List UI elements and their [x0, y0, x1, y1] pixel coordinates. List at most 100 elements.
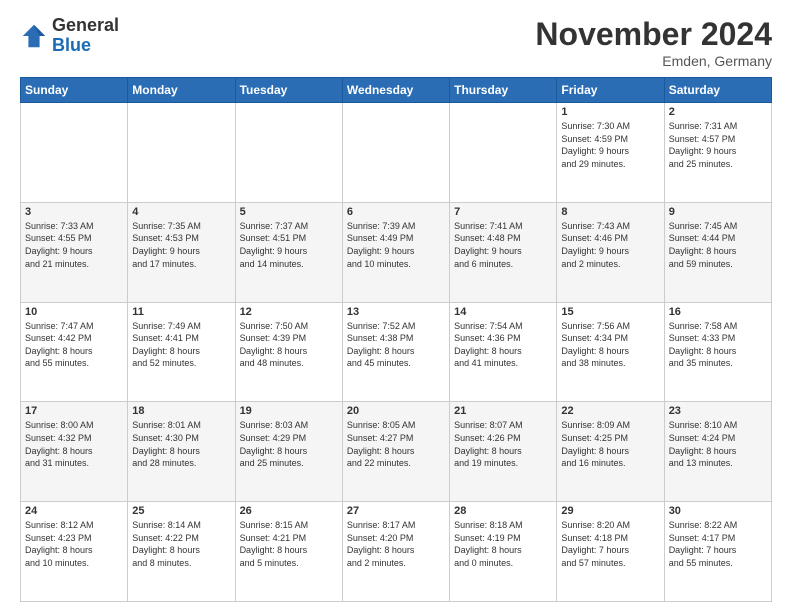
logo: General Blue: [20, 16, 119, 56]
day-info-3: Sunrise: 7:33 AM Sunset: 4:55 PM Dayligh…: [25, 220, 123, 270]
day-number-4: 4: [132, 206, 230, 218]
day-number-24: 24: [25, 505, 123, 517]
day-number-7: 7: [454, 206, 552, 218]
day-cell-3-0: 17 Sunrise: 8:00 AM Sunset: 4:32 PM Dayli…: [21, 402, 128, 502]
day-info-21: Sunrise: 8:07 AM Sunset: 4:26 PM Dayligh…: [454, 419, 552, 469]
day-number-8: 8: [561, 206, 659, 218]
day-number-14: 14: [454, 306, 552, 318]
day-info-5: Sunrise: 7:37 AM Sunset: 4:51 PM Dayligh…: [240, 220, 338, 270]
day-number-3: 3: [25, 206, 123, 218]
day-info-22: Sunrise: 8:09 AM Sunset: 4:25 PM Dayligh…: [561, 419, 659, 469]
day-number-26: 26: [240, 505, 338, 517]
header: General Blue November 2024 Emden, German…: [20, 16, 772, 69]
day-info-20: Sunrise: 8:05 AM Sunset: 4:27 PM Dayligh…: [347, 419, 445, 469]
week-row-4: 17 Sunrise: 8:00 AM Sunset: 4:32 PM Dayli…: [21, 402, 772, 502]
day-cell-4-3: 27 Sunrise: 8:17 AM Sunset: 4:20 PM Dayli…: [342, 502, 449, 602]
day-info-1: Sunrise: 7:30 AM Sunset: 4:59 PM Dayligh…: [561, 120, 659, 170]
day-number-15: 15: [561, 306, 659, 318]
day-cell-1-0: 3 Sunrise: 7:33 AM Sunset: 4:55 PM Daylig…: [21, 202, 128, 302]
day-info-25: Sunrise: 8:14 AM Sunset: 4:22 PM Dayligh…: [132, 519, 230, 569]
day-cell-0-3: [342, 103, 449, 203]
day-info-18: Sunrise: 8:01 AM Sunset: 4:30 PM Dayligh…: [132, 419, 230, 469]
day-info-23: Sunrise: 8:10 AM Sunset: 4:24 PM Dayligh…: [669, 419, 767, 469]
day-number-28: 28: [454, 505, 552, 517]
calendar-body: 1 Sunrise: 7:30 AM Sunset: 4:59 PM Daylig…: [21, 103, 772, 602]
day-number-10: 10: [25, 306, 123, 318]
day-cell-4-1: 25 Sunrise: 8:14 AM Sunset: 4:22 PM Dayli…: [128, 502, 235, 602]
day-info-10: Sunrise: 7:47 AM Sunset: 4:42 PM Dayligh…: [25, 320, 123, 370]
day-cell-1-2: 5 Sunrise: 7:37 AM Sunset: 4:51 PM Daylig…: [235, 202, 342, 302]
week-row-3: 10 Sunrise: 7:47 AM Sunset: 4:42 PM Dayli…: [21, 302, 772, 402]
day-cell-4-2: 26 Sunrise: 8:15 AM Sunset: 4:21 PM Dayli…: [235, 502, 342, 602]
day-number-12: 12: [240, 306, 338, 318]
day-cell-1-3: 6 Sunrise: 7:39 AM Sunset: 4:49 PM Daylig…: [342, 202, 449, 302]
day-cell-2-1: 11Sunrise: 7:49 AM Sunset: 4:41 PM Dayli…: [128, 302, 235, 402]
col-wednesday: Wednesday: [342, 78, 449, 103]
day-info-7: Sunrise: 7:41 AM Sunset: 4:48 PM Dayligh…: [454, 220, 552, 270]
day-info-28: Sunrise: 8:18 AM Sunset: 4:19 PM Dayligh…: [454, 519, 552, 569]
day-number-17: 17: [25, 405, 123, 417]
day-cell-0-1: [128, 103, 235, 203]
logo-blue: Blue: [52, 36, 119, 56]
day-cell-2-2: 12Sunrise: 7:50 AM Sunset: 4:39 PM Dayli…: [235, 302, 342, 402]
day-info-29: Sunrise: 8:20 AM Sunset: 4:18 PM Dayligh…: [561, 519, 659, 569]
col-tuesday: Tuesday: [235, 78, 342, 103]
calendar-table: Sunday Monday Tuesday Wednesday Thursday…: [20, 77, 772, 602]
day-number-19: 19: [240, 405, 338, 417]
title-block: November 2024 Emden, Germany: [535, 16, 772, 69]
day-info-13: Sunrise: 7:52 AM Sunset: 4:38 PM Dayligh…: [347, 320, 445, 370]
day-number-2: 2: [669, 106, 767, 118]
day-number-18: 18: [132, 405, 230, 417]
page: General Blue November 2024 Emden, German…: [0, 0, 792, 612]
day-info-8: Sunrise: 7:43 AM Sunset: 4:46 PM Dayligh…: [561, 220, 659, 270]
day-cell-1-5: 8 Sunrise: 7:43 AM Sunset: 4:46 PM Daylig…: [557, 202, 664, 302]
day-cell-3-1: 18 Sunrise: 8:01 AM Sunset: 4:30 PM Dayli…: [128, 402, 235, 502]
day-info-6: Sunrise: 7:39 AM Sunset: 4:49 PM Dayligh…: [347, 220, 445, 270]
day-info-2: Sunrise: 7:31 AM Sunset: 4:57 PM Dayligh…: [669, 120, 767, 170]
day-number-21: 21: [454, 405, 552, 417]
day-info-24: Sunrise: 8:12 AM Sunset: 4:23 PM Dayligh…: [25, 519, 123, 569]
day-number-16: 16: [669, 306, 767, 318]
day-number-25: 25: [132, 505, 230, 517]
day-number-5: 5: [240, 206, 338, 218]
logo-icon: [20, 22, 48, 50]
day-cell-2-4: 14 Sunrise: 7:54 AM Sunset: 4:36 PM Dayli…: [450, 302, 557, 402]
day-number-23: 23: [669, 405, 767, 417]
day-number-1: 1: [561, 106, 659, 118]
day-cell-4-5: 29 Sunrise: 8:20 AM Sunset: 4:18 PM Dayli…: [557, 502, 664, 602]
day-info-15: Sunrise: 7:56 AM Sunset: 4:34 PM Dayligh…: [561, 320, 659, 370]
day-number-11: 11: [132, 306, 230, 318]
day-info-17: Sunrise: 8:00 AM Sunset: 4:32 PM Dayligh…: [25, 419, 123, 469]
col-saturday: Saturday: [664, 78, 771, 103]
day-number-9: 9: [669, 206, 767, 218]
day-number-6: 6: [347, 206, 445, 218]
day-number-29: 29: [561, 505, 659, 517]
day-info-14: Sunrise: 7:54 AM Sunset: 4:36 PM Dayligh…: [454, 320, 552, 370]
subtitle: Emden, Germany: [535, 53, 772, 69]
day-cell-0-5: 1 Sunrise: 7:30 AM Sunset: 4:59 PM Daylig…: [557, 103, 664, 203]
day-cell-2-3: 13 Sunrise: 7:52 AM Sunset: 4:38 PM Dayli…: [342, 302, 449, 402]
day-cell-4-6: 30Sunrise: 8:22 AM Sunset: 4:17 PM Dayli…: [664, 502, 771, 602]
day-info-16: Sunrise: 7:58 AM Sunset: 4:33 PM Dayligh…: [669, 320, 767, 370]
day-cell-1-4: 7 Sunrise: 7:41 AM Sunset: 4:48 PM Daylig…: [450, 202, 557, 302]
calendar-header: Sunday Monday Tuesday Wednesday Thursday…: [21, 78, 772, 103]
day-cell-2-6: 16 Sunrise: 7:58 AM Sunset: 4:33 PM Dayli…: [664, 302, 771, 402]
day-cell-0-6: 2 Sunrise: 7:31 AM Sunset: 4:57 PM Daylig…: [664, 103, 771, 203]
day-number-13: 13: [347, 306, 445, 318]
day-info-4: Sunrise: 7:35 AM Sunset: 4:53 PM Dayligh…: [132, 220, 230, 270]
col-monday: Monday: [128, 78, 235, 103]
day-info-27: Sunrise: 8:17 AM Sunset: 4:20 PM Dayligh…: [347, 519, 445, 569]
day-number-22: 22: [561, 405, 659, 417]
day-cell-2-0: 10 Sunrise: 7:47 AM Sunset: 4:42 PM Dayli…: [21, 302, 128, 402]
day-number-27: 27: [347, 505, 445, 517]
logo-general: General: [52, 16, 119, 36]
month-title: November 2024: [535, 16, 772, 53]
day-cell-3-4: 21 Sunrise: 8:07 AM Sunset: 4:26 PM Dayli…: [450, 402, 557, 502]
col-thursday: Thursday: [450, 78, 557, 103]
header-row: Sunday Monday Tuesday Wednesday Thursday…: [21, 78, 772, 103]
day-cell-4-4: 28 Sunrise: 8:18 AM Sunset: 4:19 PM Dayli…: [450, 502, 557, 602]
day-info-19: Sunrise: 8:03 AM Sunset: 4:29 PM Dayligh…: [240, 419, 338, 469]
day-info-26: Sunrise: 8:15 AM Sunset: 4:21 PM Dayligh…: [240, 519, 338, 569]
day-cell-1-1: 4 Sunrise: 7:35 AM Sunset: 4:53 PM Daylig…: [128, 202, 235, 302]
day-cell-3-5: 22 Sunrise: 8:09 AM Sunset: 4:25 PM Dayli…: [557, 402, 664, 502]
